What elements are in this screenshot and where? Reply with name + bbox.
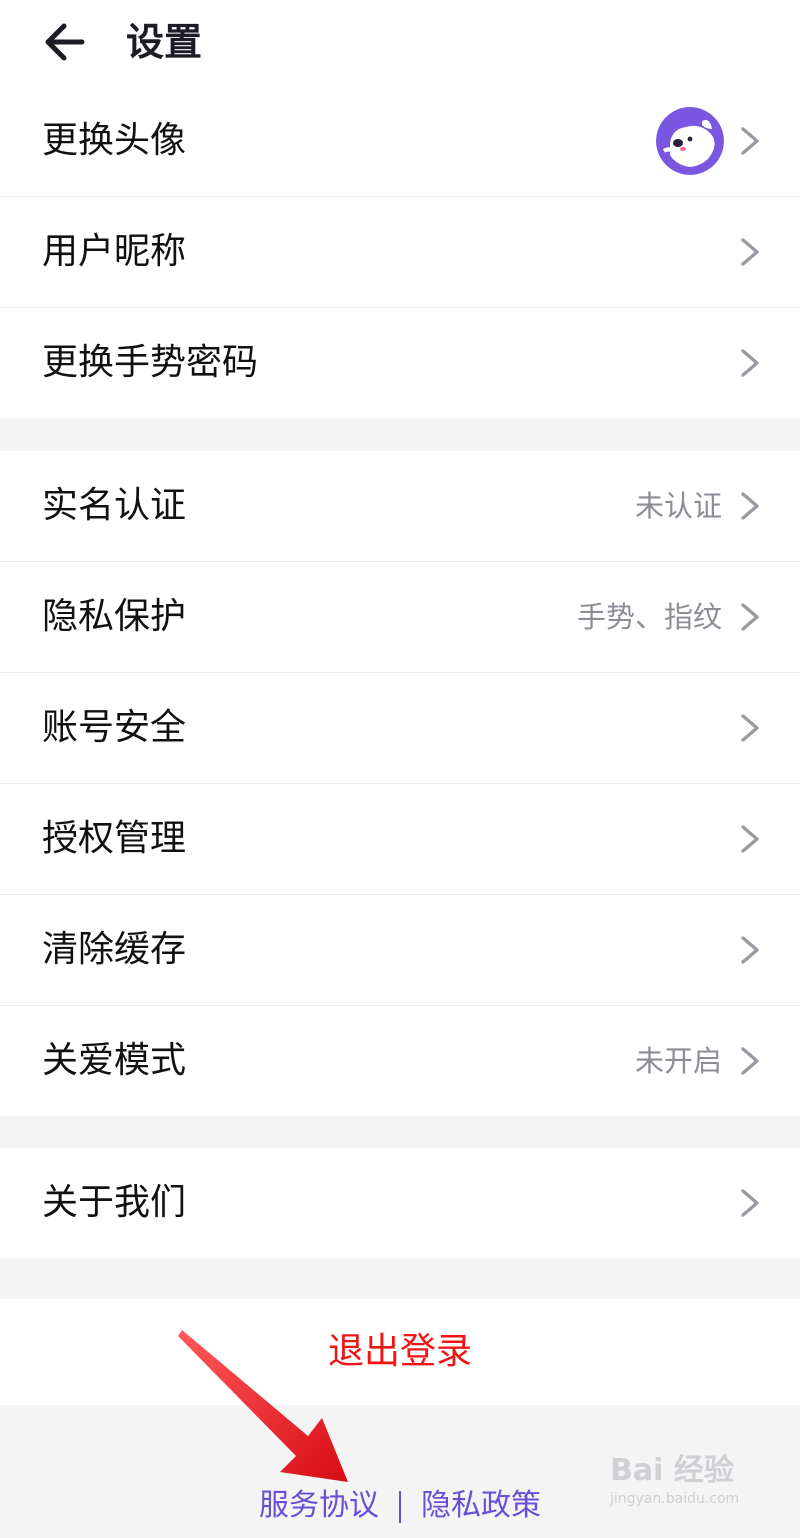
row-label: 用户昵称 [42,231,187,272]
row-label: 更换头像 [42,120,187,161]
settings-row-privacy-protection[interactable]: 隐私保护 手势、指纹 [0,561,800,672]
chevron-right-icon [741,349,759,377]
baidu-jingyan-watermark: Bai 经验 jingyan.baidu.com [610,1452,760,1522]
settings-group-about: 关于我们 [0,1148,800,1258]
watermark-main-text: Bai 经验 [610,1453,734,1488]
red-pointer-arrow-icon [178,1330,348,1482]
footer-divider [399,1490,401,1523]
chevron-right-icon [741,714,759,742]
settings-row-change-avatar[interactable]: 更换头像 [0,86,800,196]
settings-row-care-mode[interactable]: 关爱模式 未开启 [0,1005,800,1116]
chevron-right-icon [741,1047,759,1075]
chevron-right-icon [741,1189,759,1217]
back-arrow-icon [45,23,85,61]
watermark-sub-text: jingyan.baidu.com [610,1491,740,1507]
row-label: 授权管理 [42,818,187,859]
logout-button[interactable]: 退出登录 [0,1299,800,1405]
row-label: 关爱模式 [42,1040,187,1081]
settings-row-authorization[interactable]: 授权管理 [0,783,800,894]
settings-row-nickname[interactable]: 用户昵称 [0,196,800,307]
chevron-right-icon [741,492,759,520]
top-nav-bar: 设置 [0,0,800,86]
chevron-right-icon [741,936,759,964]
settings-row-account-security[interactable]: 账号安全 [0,672,800,783]
row-status-value: 未开启 [634,1044,722,1078]
settings-row-gesture-password[interactable]: 更换手势密码 [0,307,800,418]
row-status-value: 手势、指纹 [576,600,722,634]
dog-avatar-icon [656,107,724,175]
row-label: 实名认证 [42,485,187,526]
privacy-policy-link[interactable]: 隐私政策 [421,1488,541,1523]
row-label: 关于我们 [42,1182,187,1223]
chevron-right-icon [741,603,759,631]
service-agreement-link[interactable]: 服务协议 [259,1488,379,1523]
row-label: 隐私保护 [42,596,187,637]
user-avatar[interactable] [656,107,724,175]
chevron-right-icon [741,238,759,266]
settings-row-real-name-auth[interactable]: 实名认证 未认证 [0,451,800,561]
logout-section: 退出登录 [0,1299,800,1405]
back-button[interactable] [36,14,92,70]
page-title: 设置 [126,20,203,64]
settings-row-clear-cache[interactable]: 清除缓存 [0,894,800,1005]
settings-row-about-us[interactable]: 关于我们 [0,1148,800,1258]
row-label: 账号安全 [42,707,187,748]
row-status-value: 未认证 [634,489,722,523]
row-label: 清除缓存 [42,929,187,970]
settings-group-profile: 更换头像 用户昵称 更换手势密码 [0,86,800,418]
chevron-right-icon [741,825,759,853]
row-label: 更换手势密码 [42,342,259,383]
chevron-right-icon [741,127,759,155]
settings-group-security: 实名认证 未认证 隐私保护 手势、指纹 账号安全 授权管理 清除缓存 关爱模式 … [0,451,800,1116]
